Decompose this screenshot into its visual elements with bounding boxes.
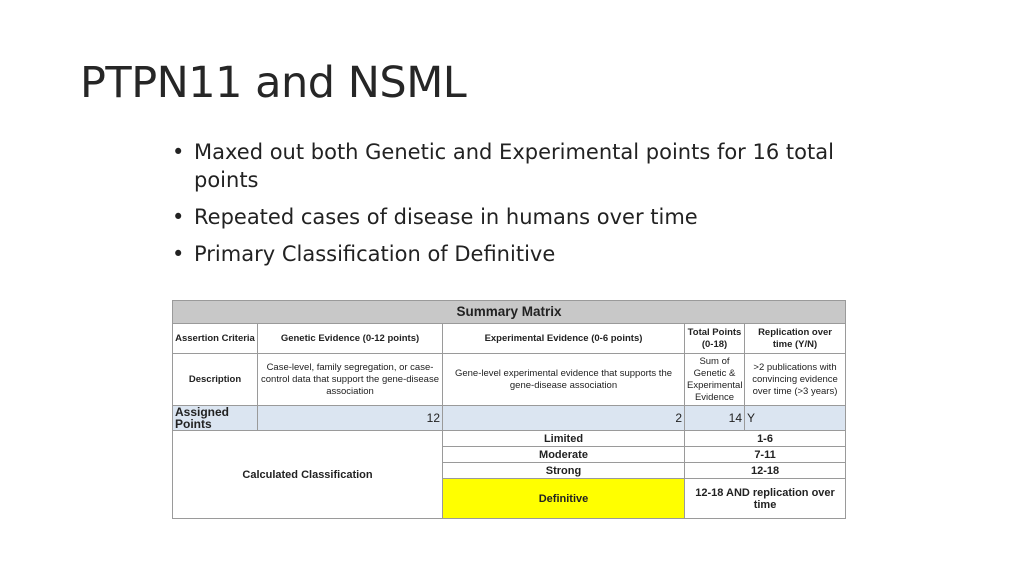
assigned-points-label: Assigned Points xyxy=(172,405,258,431)
classification-name-definitive: Definitive xyxy=(442,478,685,519)
assigned-total: 14 xyxy=(684,405,745,431)
header-assertion-criteria: Assertion Criteria xyxy=(172,323,258,354)
classification-name: Strong xyxy=(442,462,685,479)
description-label: Description xyxy=(172,353,258,406)
bullet-item: • Maxed out both Genetic and Experimental… xyxy=(172,138,852,194)
classification-range: 12-18 xyxy=(683,462,847,479)
classification-range: 1-6 xyxy=(683,430,847,447)
header-genetic-evidence: Genetic Evidence (0-12 points) xyxy=(257,323,443,354)
bullet-dot: • xyxy=(172,140,185,164)
classification-range-definitive: 12-18 AND replication over time xyxy=(683,478,847,519)
bullet-item: • Repeated cases of disease in humans ove… xyxy=(172,203,852,231)
header-total-points: Total Points (0-18) xyxy=(684,323,745,354)
bullet-item: • Primary Classification of Definitive xyxy=(172,240,852,268)
classification-range: 7-11 xyxy=(683,446,847,463)
classification-name: Moderate xyxy=(442,446,685,463)
header-replication: Replication over time (Y/N) xyxy=(743,323,847,354)
bullet-list: • Maxed out both Genetic and Experimental… xyxy=(172,138,852,277)
header-experimental-evidence: Experimental Evidence (0-6 points) xyxy=(442,323,685,354)
table-title: Summary Matrix xyxy=(171,300,847,324)
description-total: Sum of Genetic & Experimental Evidence xyxy=(684,353,745,406)
classification-name: Limited xyxy=(442,430,685,447)
assigned-experimental: 2 xyxy=(442,405,685,431)
assigned-genetic: 12 xyxy=(257,405,443,431)
summary-matrix-table: Summary Matrix Assertion Criteria Geneti… xyxy=(171,300,847,519)
assigned-replication: Y xyxy=(743,405,847,431)
bullet-dot: • xyxy=(172,205,185,229)
bullet-text: Maxed out both Genetic and Experimental … xyxy=(194,140,834,192)
bullet-text: Repeated cases of disease in humans over… xyxy=(194,205,698,229)
bullet-dot: • xyxy=(172,242,185,266)
calculated-classification-label: Calculated Classification xyxy=(172,430,443,519)
description-replication: >2 publications with convincing evidence… xyxy=(743,353,847,406)
description-experimental: Gene-level experimental evidence that su… xyxy=(442,353,685,406)
bullet-text: Primary Classification of Definitive xyxy=(194,242,556,266)
description-genetic: Case-level, family segregation, or case-… xyxy=(257,353,443,406)
slide-title: PTPN11 and NSML xyxy=(80,58,467,108)
